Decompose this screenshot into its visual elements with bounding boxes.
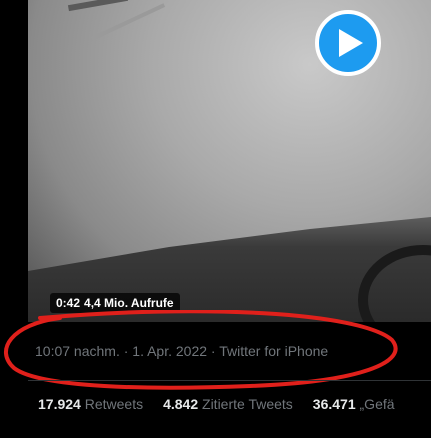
road-line [90,3,166,41]
video-views: 4,4 Mio. Aufrufe [84,296,174,310]
tweet-date[interactable]: 1. Apr. 2022 [132,343,207,359]
play-icon [339,29,363,57]
stat-count: 17.924 [38,396,81,412]
divider [28,380,431,381]
play-button[interactable] [315,10,381,76]
stat-label: Zitierte Tweets [202,396,293,412]
stat-count: 36.471 [312,396,356,412]
video-info-badge: 0:42 4,4 Mio. Aufrufe [50,293,180,313]
tweet-time[interactable]: 10:07 nachm. [35,343,120,359]
tweet-timestamp-row: 10:07 nachm. · 1. Apr. 2022 · Twitter fo… [35,343,328,359]
video-player[interactable] [28,0,431,322]
stat-count: 4.842 [163,396,199,412]
stat-retweets[interactable]: 17.924 Retweets [38,396,143,412]
stat-likes[interactable]: 36.471 „Gefä [313,396,395,412]
separator: · [210,343,216,359]
engagement-stats: 17.924 Retweets 4.842 Zitierte Tweets 36… [38,396,395,412]
stat-label: Retweets [84,396,144,412]
stat-label: „Gefä [359,396,395,412]
left-margin [0,0,28,438]
separator: · [123,343,129,359]
stat-quote-tweets[interactable]: 4.842 Zitierte Tweets [163,396,293,412]
video-duration: 0:42 [56,296,81,310]
tweet-client[interactable]: Twitter for iPhone [219,343,328,359]
road-line [67,0,129,12]
